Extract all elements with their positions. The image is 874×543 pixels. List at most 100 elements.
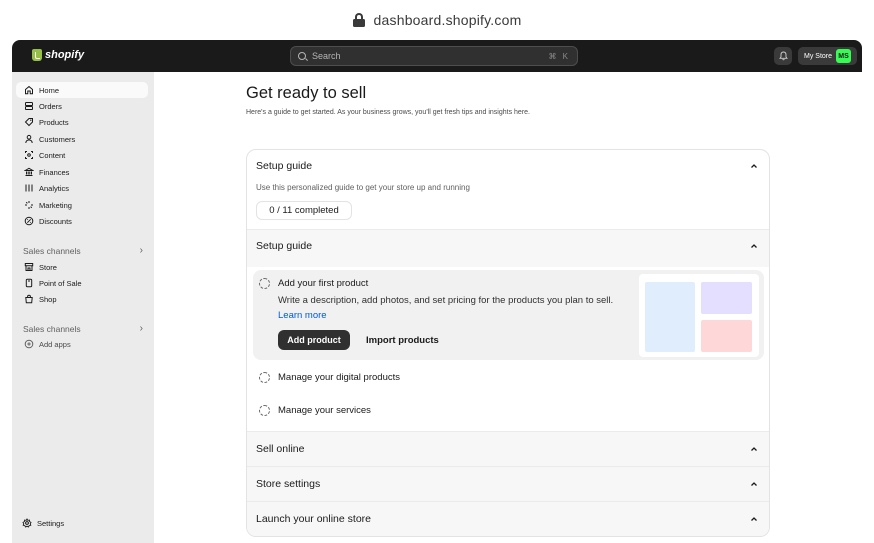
setup-section-header[interactable]: Setup guide (247, 229, 769, 263)
main-content: Get ready to sell Here's a guide to get … (154, 72, 862, 543)
sidebar-item-home[interactable]: Home (16, 82, 148, 98)
task-description-text: Write a description, add photos, and set… (278, 295, 614, 306)
task-description: Write a description, add photos, and set… (278, 293, 638, 323)
page-title: Get ready to sell (246, 84, 367, 102)
chevron-up-icon[interactable] (749, 161, 759, 171)
bank-icon (24, 167, 34, 177)
task-title: Manage your services (278, 405, 371, 416)
sidebar-item-orders[interactable]: Orders (16, 98, 148, 114)
setup-guide-header[interactable]: Setup guide (247, 156, 769, 176)
add-product-button[interactable]: Add product (278, 330, 350, 350)
tag-icon (24, 117, 34, 127)
sidebar-item-label: Home (39, 85, 60, 95)
bar-chart-icon (24, 183, 34, 193)
active-task: Add your first product Write a descripti… (253, 270, 764, 360)
sidebar-item-discounts[interactable]: Discounts (16, 213, 148, 229)
chevron-up-icon[interactable] (749, 444, 759, 454)
sidebar: Home Orders Products Customers Content F… (12, 72, 154, 543)
logo-text: shopify (45, 49, 85, 61)
notifications-button[interactable] (774, 47, 792, 65)
section-label: Sales channels (23, 323, 81, 334)
sidebar-item-label: Products (39, 117, 69, 127)
sidebar-item-store[interactable]: Store (16, 259, 148, 275)
chevron-up-icon[interactable] (749, 241, 759, 251)
sell-online-header[interactable]: Sell online (247, 431, 769, 466)
task-title: Add your first product (278, 278, 369, 289)
task-digital-products[interactable]: Manage your digital products (259, 372, 400, 383)
chevron-up-icon[interactable] (749, 479, 759, 489)
illustration-block (645, 282, 695, 352)
section-title: Launch your online store (256, 512, 371, 525)
lock-icon (352, 13, 365, 27)
sidebar-item-label: Shop (39, 294, 57, 304)
sidebar-item-add-apps[interactable]: Add apps (16, 336, 148, 352)
bell-icon (778, 51, 788, 61)
sidebar-item-label: Analytics (39, 183, 70, 193)
sidebar-item-label: Orders (39, 101, 62, 111)
url-text: dashboard.shopify.com (373, 12, 522, 28)
illustration-block (701, 320, 752, 352)
sales-channels-header[interactable]: Sales channels › (23, 245, 143, 256)
sidebar-item-label: Store (39, 262, 57, 272)
home-icon (24, 85, 34, 95)
product-illustration (639, 274, 759, 357)
person-icon (24, 134, 34, 144)
store-avatar: MS (836, 49, 852, 63)
chevron-right-icon[interactable]: › (140, 323, 143, 334)
incomplete-circle-icon[interactable] (259, 372, 270, 383)
store-name: My Store (804, 52, 833, 60)
task-add-first-product[interactable]: Add your first product (259, 278, 368, 289)
task-services[interactable]: Manage your services (259, 405, 371, 416)
sidebar-item-label: Point of Sale (39, 278, 82, 288)
card-title: Setup guide (256, 160, 313, 172)
guide-description: Use this personalized guide to get your … (256, 183, 470, 192)
section-title: Store settings (256, 477, 321, 490)
search-shortcut: ⌘ K (548, 51, 570, 61)
progress-badge: 0 / 11 completed (256, 201, 352, 220)
sidebar-item-label: Marketing (39, 200, 72, 210)
chevron-right-icon[interactable]: › (140, 245, 143, 256)
sidebar-item-marketing[interactable]: Marketing (16, 197, 148, 213)
sidebar-item-label: Customers (39, 134, 76, 144)
learn-more-link[interactable]: Learn more (278, 310, 327, 321)
content-icon (24, 150, 34, 160)
sidebar-item-point-of-sale[interactable]: Point of Sale (16, 275, 148, 291)
sidebar-item-settings[interactable]: Settings (14, 515, 146, 531)
sidebar-item-finances[interactable]: Finances (16, 164, 148, 180)
plus-circle-icon (24, 339, 34, 349)
launch-store-header[interactable]: Launch your online store (247, 501, 769, 536)
sidebar-item-label: Settings (37, 518, 65, 528)
import-products-button[interactable]: Import products (366, 330, 439, 350)
section-label: Sales channels (23, 245, 81, 256)
storefront-icon (24, 262, 34, 272)
sidebar-item-label: Finances (39, 167, 70, 177)
discount-icon (24, 216, 34, 226)
search-input[interactable]: Search ⌘ K (290, 46, 578, 66)
apps-header[interactable]: Sales channels › (23, 323, 143, 334)
shopify-bag-icon (32, 49, 42, 61)
sidebar-item-label: Add apps (39, 339, 71, 349)
top-bar: shopify Search ⌘ K My Store MS (12, 40, 862, 72)
sidebar-item-customers[interactable]: Customers (16, 131, 148, 147)
section-title: Sell online (256, 442, 305, 455)
search-placeholder: Search (312, 51, 341, 61)
setup-guide-card: Setup guide Use this personalized guide … (246, 149, 770, 537)
store-settings-header[interactable]: Store settings (247, 466, 769, 501)
shopping-bag-icon (24, 294, 34, 304)
incomplete-circle-icon[interactable] (259, 405, 270, 416)
task-title: Manage your digital products (278, 372, 400, 383)
illustration-block (701, 282, 752, 314)
sidebar-item-content[interactable]: Content (16, 147, 148, 163)
sidebar-item-label: Content (39, 150, 66, 160)
chevron-up-icon[interactable] (749, 514, 759, 524)
gear-icon (22, 518, 32, 528)
sidebar-item-shop[interactable]: Shop (16, 291, 148, 307)
sidebar-item-label: Discounts (39, 216, 72, 226)
shopify-logo[interactable]: shopify (32, 49, 84, 61)
page-subtitle: Here's a guide to get started. As your b… (246, 109, 530, 116)
sidebar-item-products[interactable]: Products (16, 114, 148, 130)
incomplete-circle-icon[interactable] (259, 278, 270, 289)
store-menu-button[interactable]: My Store MS (798, 47, 857, 65)
sidebar-item-analytics[interactable]: Analytics (16, 180, 148, 196)
browser-url-bar[interactable]: dashboard.shopify.com (0, 0, 874, 40)
